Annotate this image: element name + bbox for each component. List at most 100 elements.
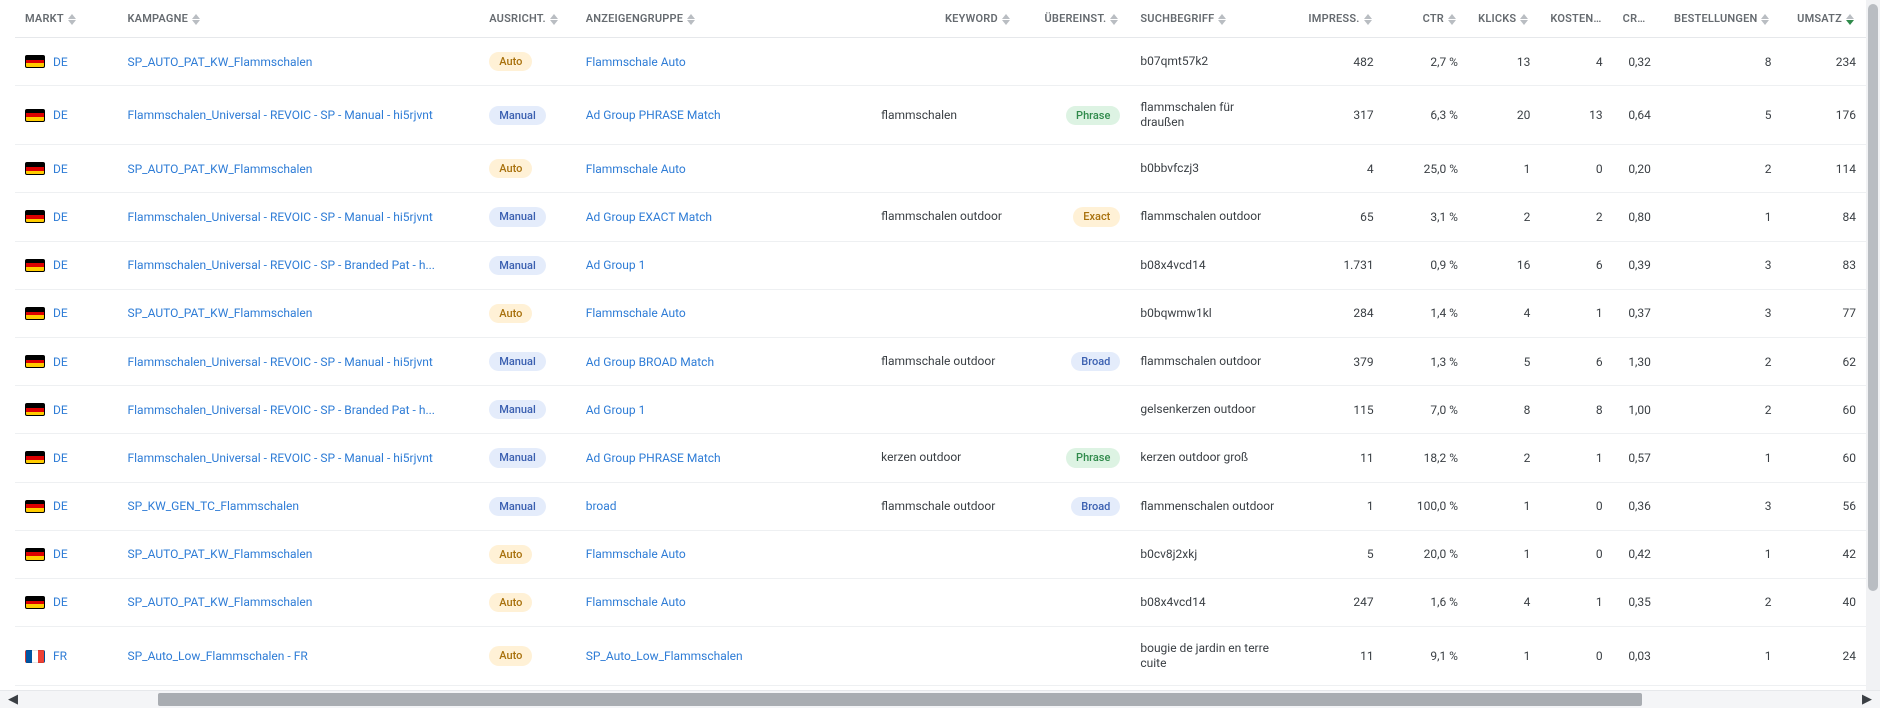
campaign-link[interactable]: SP_AUTO_PAT_KW_Flammschalen [127, 306, 312, 320]
column-header-umsatz[interactable]: UMSATZ [1781, 0, 1866, 38]
campaign-link[interactable]: SP_Auto_Low_Flammschalen - FR [127, 649, 307, 663]
market-cell[interactable]: FR [15, 627, 117, 686]
adgroup-cell[interactable]: Flammschale Auto [576, 530, 871, 578]
campaign-link[interactable]: Flammschalen_Universal - REVOIC - SP - M… [127, 355, 432, 369]
market-cell[interactable]: DE [15, 145, 117, 193]
adgroup-cell[interactable]: Flammschale Auto [576, 38, 871, 86]
campaign-link[interactable]: SP_AUTO_PAT_KW_Flammschalen [127, 595, 312, 609]
campaign-cell[interactable]: Flammschalen_Universal - REVOIC - SP - B… [117, 241, 479, 289]
horizontal-scrollbar[interactable]: ◀ ▶ [0, 690, 1880, 708]
adgroup-link[interactable]: Ad Group 1 [586, 258, 646, 272]
market-link[interactable]: DE [53, 355, 68, 369]
adgroup-cell[interactable]: SP_Auto_Low_Flammschalen [576, 627, 871, 686]
market-cell[interactable]: DE [15, 38, 117, 86]
adgroup-link[interactable]: Ad Group EXACT Match [586, 210, 712, 224]
table-row[interactable]: DE Flammschalen_Universal - REVOIC - SP -… [15, 241, 1866, 289]
table-row[interactable]: DESP_AUTO_PAT_KW_FlammschalenAutoFlammsc… [15, 145, 1866, 193]
table-row[interactable]: DE Flammschalen_Universal - REVOIC - SP -… [15, 386, 1866, 434]
horizontal-scroll-track[interactable] [28, 693, 1852, 706]
market-link[interactable]: DE [53, 595, 68, 609]
column-header-keyword[interactable]: KEYWORD [871, 0, 1022, 38]
scroll-right-arrow-icon[interactable]: ▶ [1856, 691, 1878, 708]
campaign-cell[interactable]: SP_AUTO_PAT_KW_Flammschalen [117, 289, 479, 337]
adgroup-cell[interactable]: Ad Group 1 [576, 241, 871, 289]
campaign-link[interactable]: Flammschalen_Universal - REVOIC - SP - B… [127, 258, 434, 272]
adgroup-cell[interactable]: broad [576, 482, 871, 530]
table-row[interactable]: DESP_AUTO_PAT_KW_FlammschalenAutoFlammsc… [15, 289, 1866, 337]
table-row[interactable]: DE Flammschalen_Universal - REVOIC - SP -… [15, 337, 1866, 385]
adgroup-link[interactable]: Ad Group BROAD Match [586, 355, 714, 369]
campaign-cell[interactable]: SP_KW_GEN_TC_Flammschalen [117, 482, 479, 530]
market-cell[interactable]: DE [15, 337, 117, 385]
adgroup-link[interactable]: Ad Group PHRASE Match [586, 108, 721, 122]
column-header-anzeigengruppe[interactable]: ANZEIGENGRUPPE [576, 0, 871, 38]
campaign-link[interactable]: SP_AUTO_PAT_KW_Flammschalen [127, 55, 312, 69]
table-row[interactable]: DE Flammschalen_Universal - REVOIC - SP -… [15, 86, 1866, 145]
table-row[interactable]: FRSP_Auto_Low_Flammschalen - FRAutoSP_Au… [15, 627, 1866, 686]
market-link[interactable]: DE [53, 547, 68, 561]
campaign-link[interactable]: SP_AUTO_PAT_KW_Flammschalen [127, 547, 312, 561]
market-link[interactable]: DE [53, 210, 68, 224]
market-cell[interactable]: DE [15, 482, 117, 530]
market-link[interactable]: DE [53, 403, 68, 417]
column-header-kosten[interactable]: KOSTEN [1540, 0, 1612, 38]
column-header-ausricht[interactable]: AUSRICHT. [479, 0, 575, 38]
table-row[interactable]: DESP_KW_GEN_TC_FlammschalenManualbroadfl… [15, 482, 1866, 530]
column-header-ctr[interactable]: CTR [1384, 0, 1468, 38]
adgroup-cell[interactable]: Ad Group EXACT Match [576, 193, 871, 241]
vertical-scrollbar[interactable] [1866, 0, 1880, 690]
campaign-link[interactable]: Flammschalen_Universal - REVOIC - SP - M… [127, 210, 432, 224]
table-row[interactable]: DESP_AUTO_PAT_KW_FlammschalenAutoFlammsc… [15, 578, 1866, 626]
column-header-klicks[interactable]: KLICKS [1468, 0, 1540, 38]
campaign-cell[interactable]: Flammschalen_Universal - REVOIC - SP - B… [117, 386, 479, 434]
table-row[interactable]: DESP_AUTO_PAT_KW_FlammschalenAutoFlammsc… [15, 530, 1866, 578]
campaign-cell[interactable]: Flammschalen_Universal - REVOIC - SP - M… [117, 86, 479, 145]
campaign-link[interactable]: SP_AUTO_PAT_KW_Flammschalen [127, 162, 312, 176]
market-link[interactable]: DE [53, 55, 68, 69]
column-header-cr[interactable]: CR [1613, 0, 1661, 38]
market-cell[interactable]: DE [15, 241, 117, 289]
campaign-link[interactable]: Flammschalen_Universal - REVOIC - SP - M… [127, 108, 432, 122]
adgroup-link[interactable]: broad [586, 499, 617, 513]
column-header-impress[interactable]: IMPRESS. [1287, 0, 1383, 38]
table-row[interactable]: DESP_AUTO_PAT_KW_FlammschalenAutoFlammsc… [15, 38, 1866, 86]
table-row[interactable]: DE Flammschalen_Universal - REVOIC - SP -… [15, 193, 1866, 241]
campaign-cell[interactable]: SP_AUTO_PAT_KW_Flammschalen [117, 578, 479, 626]
adgroup-cell[interactable]: Flammschale Auto [576, 289, 871, 337]
column-header-markt[interactable]: MARKT [15, 0, 117, 38]
table-row[interactable]: DE Flammschalen_Universal - REVOIC - SP -… [15, 434, 1866, 482]
table-scroll[interactable]: MARKTKAMPAGNEAUSRICHT.ANZEIGENGRUPPEKEYW… [15, 0, 1866, 690]
campaign-cell[interactable]: Flammschalen_Universal - REVOIC - SP - M… [117, 193, 479, 241]
market-link[interactable]: DE [53, 499, 68, 513]
market-cell[interactable]: DE [15, 193, 117, 241]
adgroup-cell[interactable]: Ad Group 1 [576, 386, 871, 434]
adgroup-link[interactable]: Flammschale Auto [586, 55, 686, 69]
adgroup-link[interactable]: SP_Auto_Low_Flammschalen [586, 649, 743, 663]
column-header-bestellungen[interactable]: BESTELLUNGEN [1661, 0, 1782, 38]
market-cell[interactable]: DE [15, 86, 117, 145]
column-header-kampagne[interactable]: KAMPAGNE [117, 0, 479, 38]
adgroup-link[interactable]: Flammschale Auto [586, 306, 686, 320]
campaign-link[interactable]: SP_KW_GEN_TC_Flammschalen [127, 499, 299, 513]
adgroup-cell[interactable]: Flammschale Auto [576, 578, 871, 626]
adgroup-link[interactable]: Flammschale Auto [586, 547, 686, 561]
campaign-cell[interactable]: SP_Auto_Low_Flammschalen - FR [117, 627, 479, 686]
market-link[interactable]: DE [53, 108, 68, 122]
market-link[interactable]: DE [53, 162, 68, 176]
adgroup-cell[interactable]: Ad Group PHRASE Match [576, 434, 871, 482]
market-cell[interactable]: DE [15, 434, 117, 482]
campaign-cell[interactable]: Flammschalen_Universal - REVOIC - SP - M… [117, 434, 479, 482]
market-link[interactable]: DE [53, 258, 68, 272]
adgroup-link[interactable]: Flammschale Auto [586, 162, 686, 176]
campaign-link[interactable]: Flammschalen_Universal - REVOIC - SP - M… [127, 451, 432, 465]
campaign-cell[interactable]: SP_AUTO_PAT_KW_Flammschalen [117, 145, 479, 193]
campaign-link[interactable]: Flammschalen_Universal - REVOIC - SP - B… [127, 403, 434, 417]
horizontal-scroll-thumb[interactable] [158, 693, 1642, 706]
market-link[interactable]: FR [53, 649, 67, 663]
adgroup-cell[interactable]: Ad Group PHRASE Match [576, 86, 871, 145]
scroll-left-arrow-icon[interactable]: ◀ [2, 691, 24, 708]
adgroup-cell[interactable]: Flammschale Auto [576, 145, 871, 193]
adgroup-link[interactable]: Ad Group 1 [586, 403, 646, 417]
market-link[interactable]: DE [53, 451, 68, 465]
market-cell[interactable]: DE [15, 289, 117, 337]
